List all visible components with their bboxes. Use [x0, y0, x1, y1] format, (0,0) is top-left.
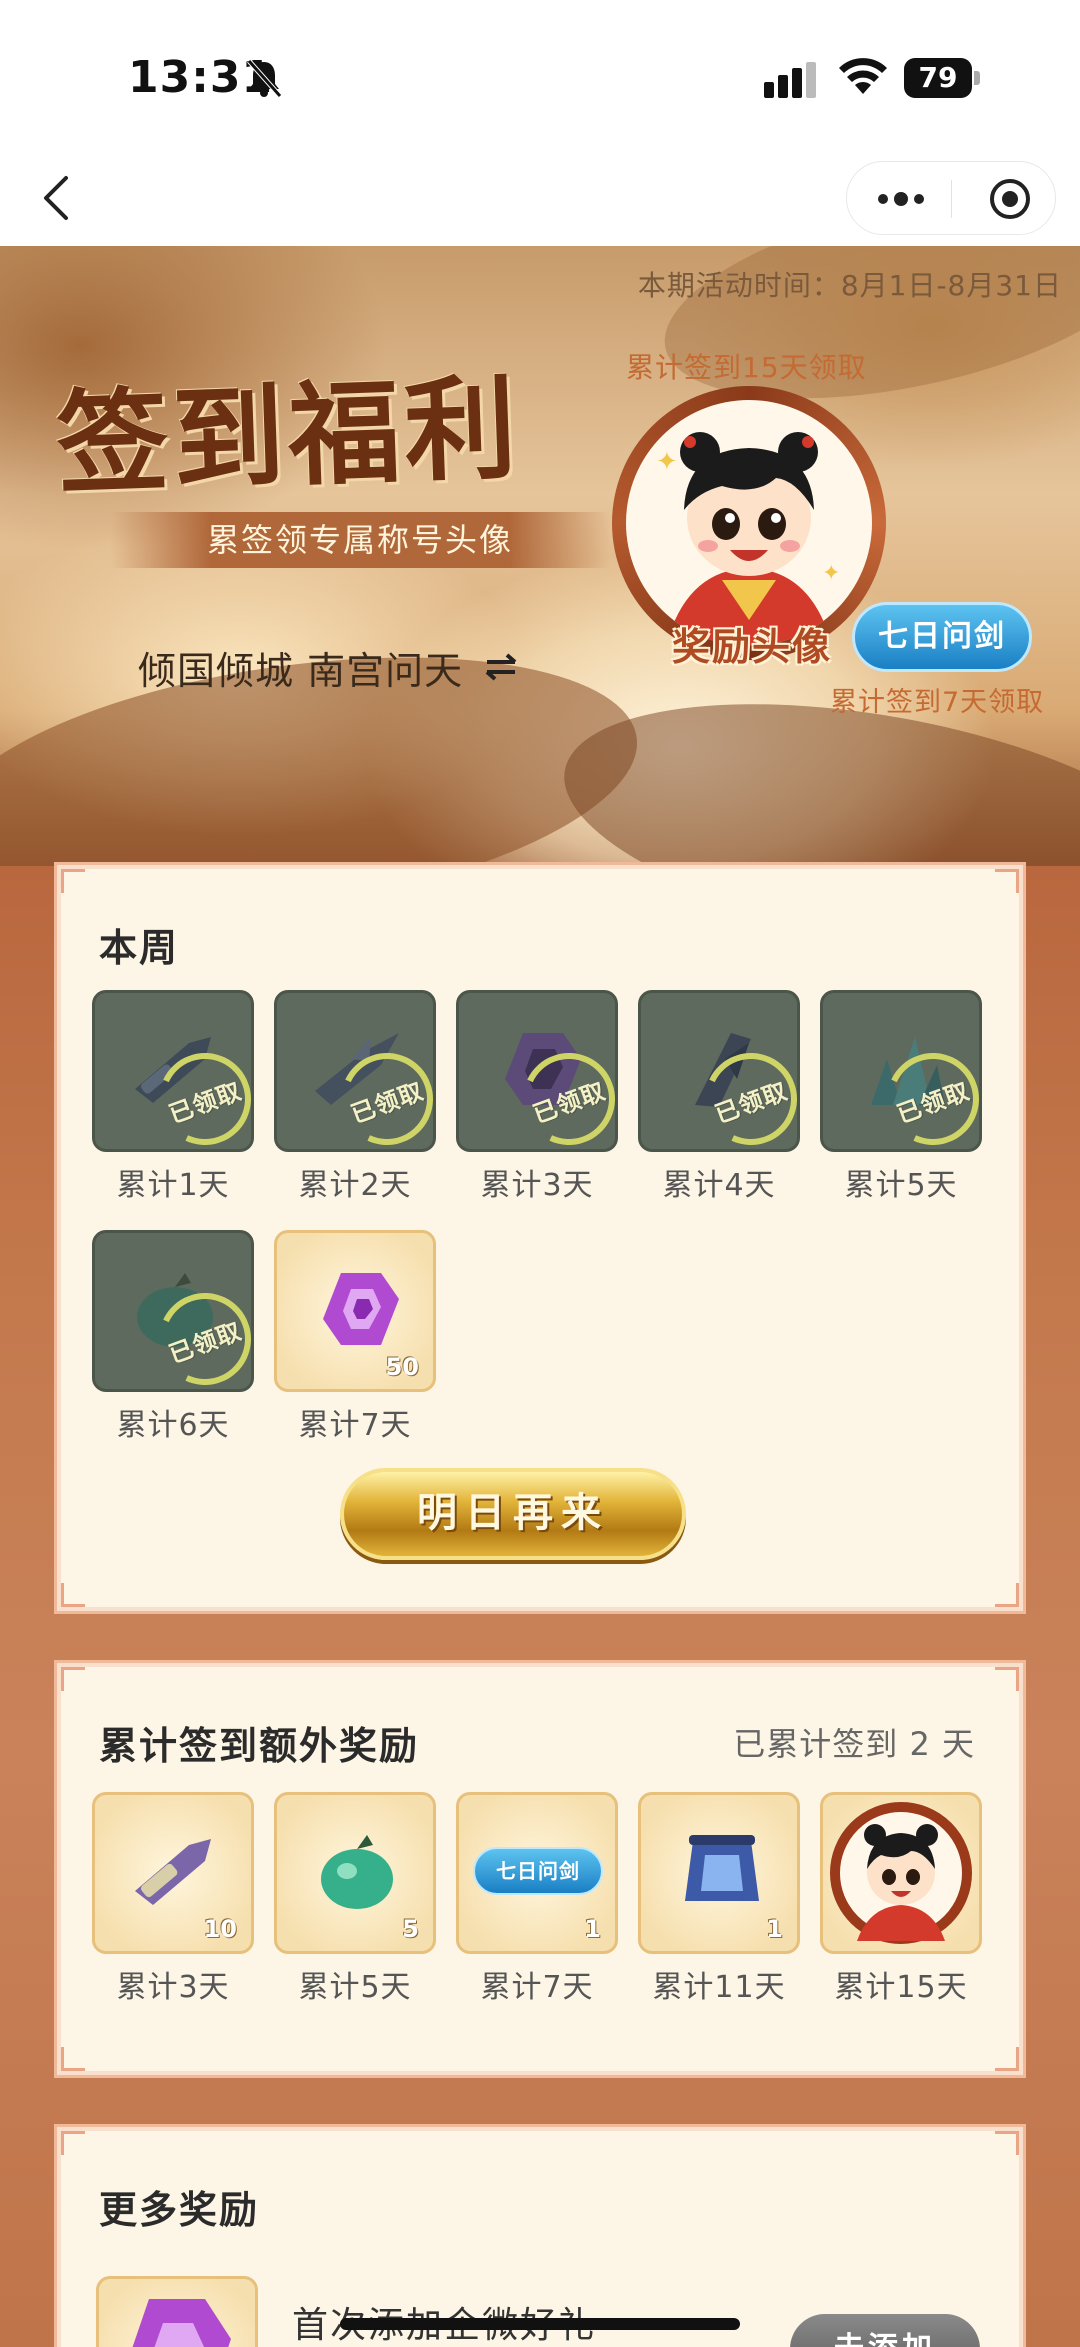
- tile-day-label: 累计4天: [662, 1168, 776, 1203]
- back-arrow-icon[interactable]: [36, 170, 76, 226]
- wecom-gift-row: 首次添加企微好礼: [96, 2276, 596, 2347]
- green-pouch-icon: [321, 1835, 393, 1909]
- tile-day-label: 累计3天: [116, 1970, 230, 2005]
- mini-program-capsule: [846, 161, 1056, 235]
- come-back-tomorrow-button[interactable]: 明日再来: [340, 1468, 686, 1560]
- svg-text:✦: ✦: [656, 447, 678, 477]
- checkin-progress: 已累计签到 2 天: [733, 1725, 975, 1763]
- item-count: 10: [203, 1915, 237, 1943]
- tile-day-label: 累计15天: [834, 1970, 968, 2005]
- avatar-reward-tip: 累计签到15天领取: [626, 351, 867, 384]
- hero-subtitle: 累签领专属称号头像: [110, 512, 610, 568]
- reward-tile[interactable]: 已领取 累计1天: [92, 990, 254, 1204]
- svg-text:✦: ✦: [822, 561, 840, 586]
- reward-item: 七日问剑 1: [456, 1792, 618, 1954]
- switch-arrows-icon[interactable]: [483, 652, 519, 682]
- account-name: 倾国倾城 南宫问天: [138, 648, 464, 693]
- capsule-divider: [951, 180, 952, 218]
- add-wecom-button[interactable]: 去添加: [790, 2314, 980, 2347]
- item-count: 50: [385, 1353, 419, 1381]
- card-corner: [995, 2131, 1019, 2155]
- card-corner: [61, 1667, 85, 1691]
- bonus-reward-tile[interactable]: 5 累计5天: [274, 1792, 436, 2006]
- tile-day-label: 累计5天: [844, 1168, 958, 1203]
- avatar-portrait: ✦ ✦: [626, 400, 872, 646]
- character-portrait-icon: ✦ ✦: [656, 432, 840, 646]
- reward-tile[interactable]: 已领取 累计4天: [638, 990, 800, 1204]
- reward-tile[interactable]: 已领取 累计6天: [92, 1230, 254, 1444]
- purple-gem-icon: [323, 1273, 399, 1345]
- bell-muted-icon: [247, 59, 282, 98]
- title-reward-tip: 累计签到7天领取: [830, 687, 1045, 718]
- reward-tile[interactable]: 已领取 累计3天: [456, 990, 618, 1204]
- item-count: 1: [584, 1915, 601, 1943]
- tile-day-label: 累计5天: [298, 1970, 412, 2005]
- card-corner: [61, 2047, 85, 2071]
- account-switcher[interactable]: 倾国倾城 南宫问天: [138, 642, 519, 693]
- card-corner: [61, 1583, 85, 1607]
- tile-day-label: 累计1天: [116, 1168, 230, 1203]
- bonus-reward-tile[interactable]: 七日问剑 1 累计7天: [456, 1792, 618, 2006]
- reward-item-claimed: 已领取: [92, 1230, 254, 1392]
- activity-time: 本期活动时间：8月1日-8月31日: [637, 269, 1062, 302]
- avatar-label: 奖励头像: [672, 625, 833, 669]
- item-count: 5: [402, 1915, 419, 1943]
- card-corner: [995, 1667, 1019, 1691]
- wifi-icon: [839, 58, 887, 94]
- bonus-reward-tile[interactable]: 累计15天: [820, 1792, 982, 2006]
- more-icon[interactable]: [873, 180, 929, 218]
- card-title: 本周: [99, 926, 180, 970]
- close-target-icon[interactable]: [987, 176, 1033, 222]
- reward-item-pending: 50: [274, 1230, 436, 1392]
- reward-item-claimed: 已领取: [638, 990, 800, 1152]
- tile-day-label: 累计7天: [480, 1970, 594, 2005]
- reward-item-claimed: 已领取: [456, 990, 618, 1152]
- reward-item: [820, 1792, 982, 1954]
- bonus-reward-tile[interactable]: 1 累计11天: [638, 1792, 800, 2006]
- item-count: 1: [766, 1915, 783, 1943]
- bonus-reward-tile[interactable]: 10 累计3天: [92, 1792, 254, 2006]
- reward-tile[interactable]: 已领取 累计5天: [820, 990, 982, 1204]
- cellular-signal-icon: [764, 62, 816, 98]
- purple-gem-icon: [132, 2299, 231, 2347]
- card-corner: [61, 869, 85, 893]
- nav-bar: [0, 150, 1080, 246]
- tile-day-label: 累计3天: [480, 1168, 594, 1203]
- tile-day-label: 累计11天: [652, 1970, 786, 2005]
- card-title: 更多奖励: [99, 2188, 260, 2232]
- reward-tile[interactable]: 已领取 累计2天: [274, 990, 436, 1204]
- reward-item: 1: [638, 1792, 800, 1954]
- battery-cap: [974, 71, 980, 85]
- tile-day-label: 累计7天: [298, 1408, 412, 1443]
- tile-day-label: 累计6天: [116, 1408, 230, 1443]
- title-badge: 七日问剑: [852, 602, 1032, 672]
- battery-level: 79: [904, 58, 972, 98]
- card-corner: [995, 2047, 1019, 2071]
- character-avatar-icon: [830, 1802, 972, 1944]
- hero-banner: 本期活动时间：8月1日-8月31日 签到福利 累签领专属称号头像 倾国倾城 南宫…: [0, 246, 1080, 866]
- reward-item: 10: [92, 1792, 254, 1954]
- card-corner: [995, 869, 1019, 893]
- scroll-weapon-icon: [135, 1839, 211, 1905]
- gift-thumbnail: [96, 2276, 258, 2347]
- card-corner: [995, 1583, 1019, 1607]
- reward-tile[interactable]: 50 累计7天: [274, 1230, 436, 1444]
- title-badge-mini: 七日问剑: [473, 1847, 603, 1895]
- reward-item-claimed: 已领取: [274, 990, 436, 1152]
- blue-cape-icon: [685, 1835, 759, 1901]
- reward-item-claimed: 已领取: [820, 990, 982, 1152]
- home-indicator: [340, 2318, 740, 2330]
- tile-day-label: 累计2天: [298, 1168, 412, 1203]
- status-bar: 13:31 79: [0, 0, 1080, 150]
- reward-item-claimed: 已领取: [92, 990, 254, 1152]
- card-title: 累计签到额外奖励: [99, 1724, 420, 1768]
- hero-title: 签到福利: [54, 362, 523, 511]
- reward-item: 5: [274, 1792, 436, 1954]
- card-corner: [61, 2131, 85, 2155]
- battery-indicator: 79: [904, 58, 980, 98]
